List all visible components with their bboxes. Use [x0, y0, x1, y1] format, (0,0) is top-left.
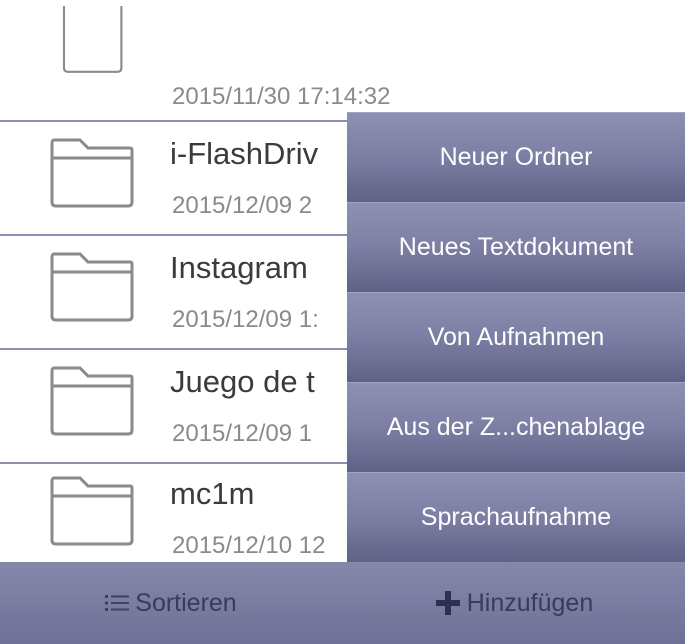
bottom-toolbar: Sortieren Hinzufügen: [0, 562, 685, 644]
menu-item-from-clipboard[interactable]: Aus der Z...chenablage: [347, 382, 685, 472]
folder-icon: [50, 252, 134, 322]
file-name: i-FlashDriv: [170, 136, 319, 171]
menu-item-new-text-document[interactable]: Neues Textdokument: [347, 202, 685, 292]
file-name: Instagram: [170, 250, 308, 285]
file-name: Juego de t: [170, 364, 315, 399]
file-date: 2015/12/09 1: [172, 420, 313, 447]
add-button[interactable]: Hinzufügen: [343, 562, 685, 644]
menu-item-from-photos[interactable]: Von Aufnahmen: [347, 292, 685, 382]
add-menu: Neuer Ordner Neues Textdokument Von Aufn…: [347, 112, 685, 562]
file-date: 2015/12/09 1:: [172, 306, 319, 333]
menu-item-new-folder[interactable]: Neuer Ordner: [347, 112, 685, 202]
file-name: mc1m: [170, 476, 255, 511]
file-date: 2015/12/10 12: [172, 532, 326, 559]
menu-item-voice-recording[interactable]: Sprachaufnahme: [347, 472, 685, 562]
folder-icon: [62, 6, 123, 73]
add-label: Hinzufügen: [466, 588, 594, 617]
sort-label: Sortieren: [135, 588, 237, 617]
sort-button[interactable]: Sortieren: [0, 562, 342, 644]
plus-icon: [435, 590, 461, 616]
folder-icon: [50, 476, 134, 546]
file-date: 2015/12/09 2: [172, 192, 313, 219]
folder-icon: [50, 138, 134, 208]
list-item[interactable]: 2015/11/30 17:14:32: [0, 6, 685, 122]
folder-icon: [50, 366, 134, 436]
list-icon: [105, 593, 130, 613]
file-date: 2015/11/30 17:14:32: [172, 83, 391, 110]
